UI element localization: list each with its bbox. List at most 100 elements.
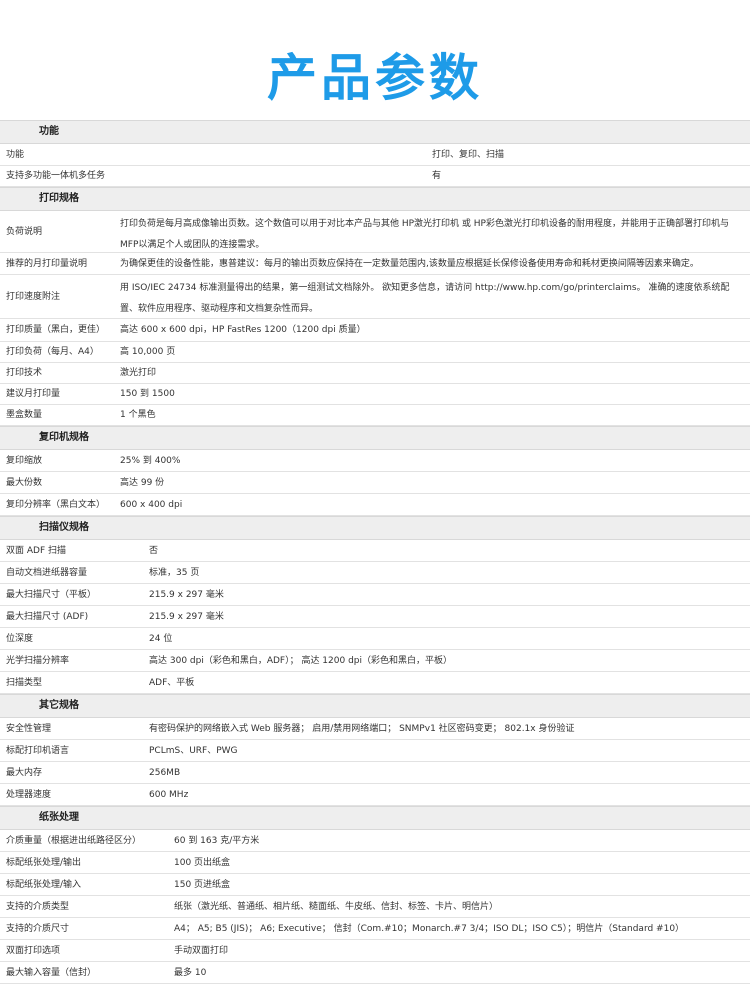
spec-row: 打印质量（黑白，更佳） 高达 600 x 600 dpi，HP FastRes 1… [0,319,750,342]
spec-label: 功能 [6,149,25,160]
spec-label: 标配打印机语言 [6,745,70,756]
section-copy-heading: 复印机规格 [0,426,750,450]
spec-row: 负荷说明 打印负荷是每月高成像输出页数。这个数值可以用于对比本产品与其他 HP激光… [0,211,750,253]
spec-value: 高达 600 x 600 dpi，HP FastRes 1200（1200 dp… [120,325,366,335]
spec-value: 24 位 [149,633,173,644]
spec-value: 打印负荷是每月高成像输出页数。这个数值可以用于对比本产品与其他 HP激光打印机 … [120,219,729,250]
section-paper-heading: 纸张处理 [0,806,750,830]
spec-row: 介质重量（根据进出纸路径区分） 60 到 163 克/平方米 [0,830,750,852]
spec-label: 支持多功能一体机多任务 [6,171,106,181]
spec-row: 双面打印选项 手动双面打印 [0,940,750,962]
spec-row: 打印技术 激光打印 [0,363,750,384]
spec-value: 纸张（激光纸、普通纸、相片纸、糙面纸、牛皮纸、信封、标签、卡片、明信片） [174,901,499,912]
spec-row: 打印负荷（每月、A4） 高 10,000 页 [0,342,750,363]
spec-row: 复印缩放 25% 到 400% [0,450,750,472]
spec-label: 位深度 [6,633,34,644]
spec-value: 有 [432,171,442,181]
spec-value: 1 个黑色 [120,410,156,420]
spec-label: 自动文档进纸器容量 [6,567,88,578]
spec-value: 25% 到 400% [120,455,181,466]
spec-label: 墨盒数量 [6,410,43,420]
spec-row: 最大份数 高达 99 份 [0,472,750,494]
spec-value: 256MB [149,767,181,778]
spec-row: 支持的介质尺寸 A4； A5; B5 (JIS)； A6; Executive； … [0,918,750,940]
spec-row: 最大扫描尺寸 (ADF) 215.9 x 297 毫米 [0,606,750,628]
spec-label: 建议月打印量 [6,389,61,399]
spec-row: 标配纸张处理/输出 100 页出纸盒 [0,852,750,874]
spec-row: 自动文档进纸器容量 标准，35 页 [0,562,750,584]
section-scan-heading: 扫描仪规格 [0,516,750,540]
spec-label: 双面打印选项 [6,945,61,956]
spec-row: 标配打印机语言 PCLmS、URF、PWG [0,740,750,762]
spec-label: 推荐的月打印量说明 [6,258,88,269]
spec-value: 215.9 x 297 毫米 [149,589,224,600]
spec-label: 标配纸张处理/输入 [6,879,82,890]
spec-value: 最多 10 [174,967,207,978]
spec-row: 光学扫描分辨率 高达 300 dpi（彩色和黑白，ADF）； 高达 1200 dp… [0,650,750,672]
spec-value: 激光打印 [120,368,157,378]
spec-row: 建议月打印量 150 到 1500 [0,384,750,405]
spec-value: ADF、平板 [149,677,195,688]
spec-value: 打印、复印、扫描 [432,149,505,160]
section-other-heading: 其它规格 [0,694,750,718]
spec-label: 最大份数 [6,477,43,488]
spec-value: 150 页进纸盒 [174,879,231,890]
page-title: 产品参数 [267,49,483,107]
spec-label: 打印技术 [6,368,43,378]
spec-value: 215.9 x 297 毫米 [149,611,224,622]
section-function-heading: 功能 [0,120,750,144]
spec-value: 高达 99 份 [120,477,165,488]
spec-value: 100 页出纸盒 [174,857,231,868]
spec-label: 负荷说明 [6,226,43,237]
spec-row: 复印分辨率（黑白文本） 600 x 400 dpi [0,494,750,516]
spec-label: 支持的介质类型 [6,901,70,912]
spec-row: 打印速度附注 用 ISO/IEC 24734 标准测量得出的结果，第一组测试文档除… [0,275,750,319]
spec-row: 标配纸张处理/输入 150 页进纸盒 [0,874,750,896]
spec-label: 支持的介质尺寸 [6,923,70,934]
spec-label: 标配纸张处理/输出 [6,857,82,868]
spec-label: 处理器速度 [6,789,52,800]
spec-label: 最大输入容量（信封） [6,967,97,978]
spec-label: 最大扫描尺寸 (ADF) [6,611,89,622]
spec-label: 打印质量（黑白，更佳） [6,325,106,335]
spec-row: 推荐的月打印量说明 为确保更佳的设备性能，惠普建议：每月的输出页数应保持在一定数量… [0,253,750,275]
spec-row: 最大输入容量（信封） 最多 10 [0,962,750,984]
spec-row: 安全性管理 有密码保护的网络嵌入式 Web 服务器； 启用/禁用网络端口； SNM… [0,718,750,740]
spec-value: PCLmS、URF、PWG [149,745,238,756]
section-print-heading: 打印规格 [0,187,750,211]
spec-value: 有密码保护的网络嵌入式 Web 服务器； 启用/禁用网络端口； SNMPv1 社… [149,723,575,734]
spec-value: 高达 300 dpi（彩色和黑白，ADF）； 高达 1200 dpi（彩色和黑白… [149,655,453,666]
spec-value: 标准，35 页 [149,567,200,578]
spec-label: 复印分辨率（黑白文本） [6,499,106,510]
spec-value: 600 x 400 dpi [120,499,183,510]
spec-label: 扫描类型 [6,677,43,688]
spec-label: 最大内存 [6,767,43,778]
spec-value: 60 到 163 克/平方米 [174,835,260,846]
spec-label: 打印速度附注 [6,291,61,302]
spec-label: 打印负荷（每月、A4） [6,347,99,357]
spec-row: 最大内存 256MB [0,762,750,784]
spec-value: A4； A5; B5 (JIS)； A6; Executive； 信封（Com.… [174,923,685,934]
spec-value: 否 [149,545,159,556]
spec-row: 支持的介质类型 纸张（激光纸、普通纸、相片纸、糙面纸、牛皮纸、信封、标签、卡片、明… [0,896,750,918]
spec-value: 用 ISO/IEC 24734 标准测量得出的结果，第一组测试文档除外。 欲知更… [120,283,730,314]
spec-value: 手动双面打印 [174,945,229,956]
spec-table: 功能 功能 打印、复印、扫描 支持多功能一体机多任务有打印规格 负荷说明 打印负荷是每月高… [0,120,750,984]
spec-row: 墨盒数量 1 个黑色 [0,405,750,426]
spec-row: 支持多功能一体机多任务 有 [0,166,750,187]
spec-value: 为确保更佳的设备性能，惠普建议：每月的输出页数应保持在一定数量范围内,该数量应根… [120,258,699,269]
spec-label: 光学扫描分辨率 [6,655,70,666]
spec-row: 最大扫描尺寸（平板） 215.9 x 297 毫米 [0,584,750,606]
spec-label: 最大扫描尺寸（平板） [6,589,97,600]
spec-label: 双面 ADF 扫描 [6,545,66,556]
spec-value: 高 10,000 页 [120,347,176,357]
spec-row: 双面 ADF 扫描 否 [0,540,750,562]
spec-label: 复印缩放 [6,455,43,466]
spec-row: 处理器速度 600 MHz [0,784,750,806]
spec-row: 功能 打印、复印、扫描 [0,144,750,166]
spec-value: 600 MHz [149,789,189,800]
spec-row: 位深度 24 位 [0,628,750,650]
spec-row: 扫描类型 ADF、平板 [0,672,750,694]
spec-label: 安全性管理 [6,723,52,734]
spec-label: 介质重量（根据进出纸路径区分） [6,835,142,846]
